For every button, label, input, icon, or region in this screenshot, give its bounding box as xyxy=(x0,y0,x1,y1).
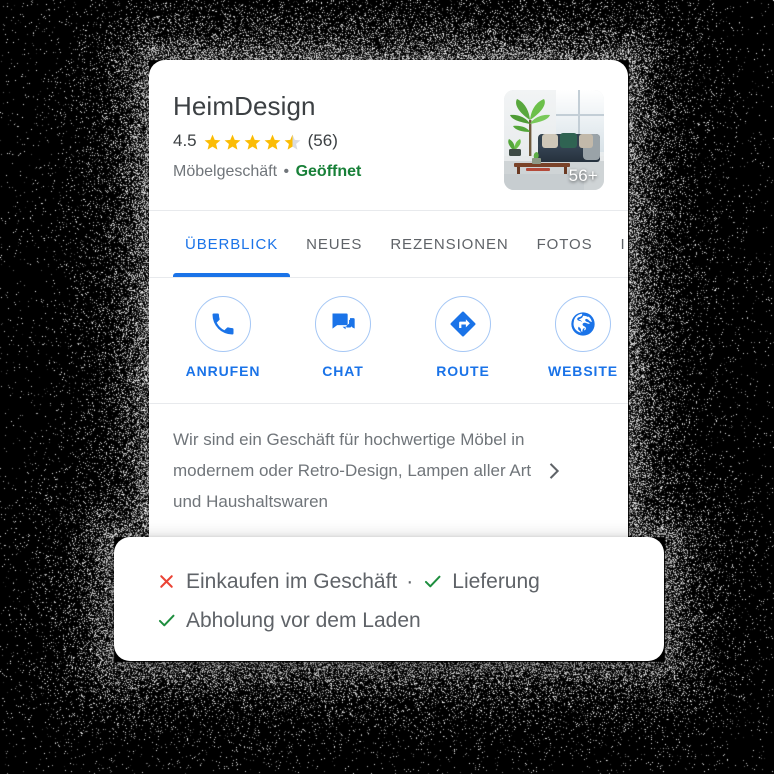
service-line-1: Einkaufen im Geschäft · Lieferung xyxy=(156,567,630,597)
tab-rezensionen[interactable]: REZENSIONEN xyxy=(376,211,522,277)
call-button-circle xyxy=(195,296,251,352)
business-category: Möbelgeschäft xyxy=(173,163,277,180)
service-separator: · xyxy=(397,567,422,597)
service-delivery: Lieferung xyxy=(422,567,540,597)
chat-button-circle xyxy=(315,296,371,352)
service-label: Lieferung xyxy=(452,567,540,597)
directions-button[interactable]: ROUTE xyxy=(403,296,523,389)
service-in-store-shopping: Einkaufen im Geschäft xyxy=(156,567,397,597)
tab-label: REZENSIONEN xyxy=(390,236,508,253)
tab-label: FOTOS xyxy=(537,236,593,253)
tab-label: NEUES xyxy=(306,236,362,253)
call-button-label: ANRUFEN xyxy=(186,363,261,379)
service-curbside-pickup: Abholung vor dem Laden xyxy=(156,606,421,636)
cross-icon xyxy=(156,571,177,592)
service-options-overlay: Einkaufen im Geschäft · Lieferung Abholu… xyxy=(114,537,664,661)
tab-fotos[interactable]: FOTOS xyxy=(523,211,607,277)
star-icon-full-1 xyxy=(203,133,222,152)
category-and-status: Möbelgeschäft • Geöffnet xyxy=(173,161,490,182)
website-button-label: WEBSITE xyxy=(548,363,618,379)
rating-value: 4.5 xyxy=(173,130,197,152)
star-icon-full-4 xyxy=(263,133,282,152)
phone-icon xyxy=(209,310,237,338)
star-icon-full-2 xyxy=(223,133,242,152)
photo-count-badge: 56+ xyxy=(569,166,598,186)
tab-bar: ÜBERBLICK NEUES REZENSIONEN FOTOS I xyxy=(149,211,628,277)
check-icon xyxy=(422,571,443,592)
header-text-block: HeimDesign 4.5 (56) Möbelgeschäft • Geöf… xyxy=(173,88,490,182)
service-label: Einkaufen im Geschäft xyxy=(186,567,397,597)
page-title: HeimDesign xyxy=(173,90,490,122)
directions-button-circle xyxy=(435,296,491,352)
tab-ueberblick[interactable]: ÜBERBLICK xyxy=(171,211,292,277)
star-icon-half-5 xyxy=(283,133,302,152)
directions-icon xyxy=(448,309,478,339)
business-description: Wir sind ein Geschäft für hochwertige Mö… xyxy=(173,424,533,517)
card-header: HeimDesign 4.5 (56) Möbelgeschäft • Geöf… xyxy=(149,60,628,210)
chat-button-label: CHAT xyxy=(322,363,363,379)
tab-info-truncated[interactable]: I xyxy=(606,211,628,277)
directions-button-label: ROUTE xyxy=(436,363,490,379)
chevron-right-icon[interactable] xyxy=(543,460,565,482)
category-separator: • xyxy=(282,163,292,180)
rating-row: 4.5 (56) xyxy=(173,130,490,152)
action-button-row: ANRUFEN CHAT ROUTE WEBSITE xyxy=(149,278,628,403)
check-icon xyxy=(156,610,177,631)
photo-thumbnail[interactable]: 56+ xyxy=(504,90,604,190)
chat-button[interactable]: CHAT xyxy=(283,296,403,389)
description-row[interactable]: Wir sind ein Geschäft für hochwertige Mö… xyxy=(149,404,628,541)
globe-icon xyxy=(569,310,597,338)
tab-neues[interactable]: NEUES xyxy=(292,211,376,277)
star-rating xyxy=(203,133,302,152)
tab-label: I xyxy=(620,236,625,253)
tab-label: ÜBERBLICK xyxy=(185,236,278,253)
service-line-2: Abholung vor dem Laden xyxy=(156,606,630,636)
status-badge: Geöffnet xyxy=(296,163,362,180)
chat-icon xyxy=(329,310,357,338)
call-button[interactable]: ANRUFEN xyxy=(163,296,283,389)
website-button-circle xyxy=(555,296,611,352)
website-button[interactable]: WEBSITE xyxy=(523,296,628,389)
review-count: (56) xyxy=(308,130,338,152)
star-icon-full-3 xyxy=(243,133,262,152)
service-label: Abholung vor dem Laden xyxy=(186,606,421,636)
